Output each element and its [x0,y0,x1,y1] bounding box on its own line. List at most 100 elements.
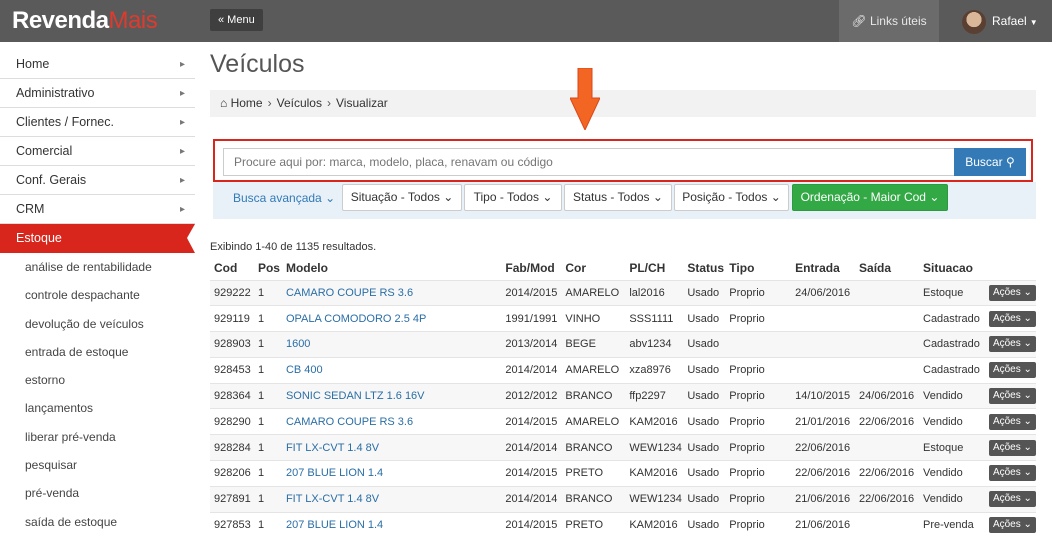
cell-cod: 927853 [210,511,254,538]
column-header[interactable]: Tipo [725,256,791,280]
actions-dropdown-button[interactable]: Ações ⌄ [988,439,1036,456]
cell-actions: Ações ⌄ [984,331,1036,358]
chevron-right-icon: ▸ [179,88,185,99]
page-title: Veículos [210,50,305,78]
search-input[interactable] [223,148,956,176]
sidebar-item-estoque[interactable]: Estoque [0,224,195,253]
cell-modelo[interactable]: 207 BLUE LION 1.4 [281,511,502,538]
sidebar-item-comercial[interactable]: Comercial ▸ [0,137,195,166]
table-row: 928364 1 SONIC SEDAN LTZ 1.6 16V 2012/2012 B… [210,382,1036,409]
chevron-down-icon: ⌄ [770,190,781,204]
cell-plch: KAM2016 [625,511,684,538]
home-icon: ⌂ [220,96,228,110]
actions-label: Ações [992,364,1021,376]
cell-saida [855,279,919,306]
cell-modelo[interactable]: OPALA COMODORO 2.5 4P [281,305,502,332]
cell-actions: Ações ⌄ [984,356,1036,384]
actions-dropdown-button[interactable]: Ações ⌄ [988,310,1036,327]
cell-actions: Ações ⌄ [984,434,1036,461]
sidebar-item-clientes[interactable]: Clientes / Fornec. ▸ [0,108,195,137]
posicao-filter-button[interactable]: Posição - Todos ⌄ [674,184,789,211]
sidebar-item-conf-gerais[interactable]: Conf. Gerais ▸ [0,166,195,195]
cell-tipo: Proprio [725,460,792,487]
cell-cor: PRETO [561,511,626,538]
actions-dropdown-button[interactable]: Ações ⌄ [988,465,1036,482]
cell-status: Usado [683,511,726,538]
column-header[interactable]: Fab/Mod [501,256,561,280]
actions-dropdown-button[interactable]: Ações ⌄ [988,388,1036,405]
ordenacao-filter-button[interactable]: Ordenação - Maior Cod ⌄ [792,184,948,211]
chevron-down-icon: ▼ [1029,18,1038,27]
submenu-item[interactable]: estorno [0,366,195,394]
cell-cod: 928206 [210,460,254,487]
cell-cor: BRANCO [561,434,626,461]
submenu-item[interactable]: pré-venda [0,479,195,507]
cell-cor: AMARELO [561,279,626,306]
advanced-search-link[interactable]: Busca avançada ⌄ [233,191,335,205]
actions-dropdown-button[interactable]: Ações ⌄ [988,284,1036,301]
cell-status: Usado [683,356,726,384]
cell-status: Usado [683,460,726,487]
column-header[interactable]: Modelo [282,256,501,280]
cell-cor: BRANCO [561,485,626,513]
cell-entrada: 21/06/2016 [791,485,856,513]
actions-dropdown-button[interactable]: Ações ⌄ [988,336,1036,353]
actions-dropdown-button[interactable]: Ações ⌄ [988,491,1036,508]
submenu-item[interactable]: devolução de veículos [0,310,195,338]
chevron-down-icon: ⌄ [1020,415,1032,427]
search-button[interactable]: Buscar ⚲ [954,148,1026,176]
cell-modelo[interactable]: CAMARO COUPE RS 3.6 [281,279,502,306]
chevron-down-icon: ⌄ [1020,364,1032,376]
cell-modelo[interactable]: FIT LX-CVT 1.4 8V [281,485,502,513]
cell-actions: Ações ⌄ [984,279,1036,306]
cell-modelo[interactable]: FIT LX-CVT 1.4 8V [281,434,502,461]
actions-label: Ações [992,467,1021,479]
submenu-item[interactable]: entrada de estoque [0,338,195,366]
cell-modelo[interactable]: SONIC SEDAN LTZ 1.6 16V [281,382,502,409]
sidebar-item-home[interactable]: Home ▸ [0,50,195,79]
submenu-item[interactable]: análise de rentabilidade [0,253,195,281]
cell-cod: 928903 [210,331,254,358]
column-header[interactable]: Entrada [791,256,855,280]
actions-dropdown-button[interactable]: Ações ⌄ [988,413,1036,430]
logo[interactable]: RevendaMais [12,7,158,35]
sidebar-item-administrativo[interactable]: Administrativo ▸ [0,79,195,108]
cell-entrada: 14/10/2015 [791,382,856,409]
sidebar-item-crm[interactable]: CRM ▸ [0,195,195,224]
submenu-item[interactable]: pesquisar [0,451,195,479]
submenu-item[interactable]: lançamentos [0,394,195,422]
cell-plch: lal2016 [625,279,684,306]
column-header[interactable]: PL/CH [625,256,683,280]
column-header[interactable]: Saída [855,256,919,280]
submenu-item[interactable]: saída de estoque [0,508,195,536]
breadcrumb-home[interactable]: Home [231,96,263,110]
cell-status: Usado [683,434,726,461]
user-menu[interactable]: Rafael ▼ [962,8,1038,34]
cell-modelo[interactable]: CB 400 [281,356,502,384]
cell-cod: 928453 [210,356,254,384]
links-uteis-button[interactable]: 🔗︎ Links úteis [839,0,939,42]
menu-toggle-button[interactable]: « Menu [210,9,263,31]
status-filter-button[interactable]: Status - Todos ⌄ [564,184,672,211]
chevron-right-icon: ▸ [179,175,185,186]
chevron-down-icon: ⌄ [443,190,454,204]
cell-modelo[interactable]: 1600 [281,331,502,358]
actions-dropdown-button[interactable]: Ações ⌄ [988,362,1036,379]
vehicles-table: Cod Pos Modelo Fab/Mod Cor PL/CH Status … [210,256,1036,538]
cell-modelo[interactable]: 207 BLUE LION 1.4 [281,460,502,487]
column-header[interactable]: Status [683,256,725,280]
column-header[interactable]: Cor [561,256,625,280]
column-header[interactable]: Pos [254,256,282,280]
breadcrumb-veiculos[interactable]: Veículos [277,96,322,110]
cell-plch: WEW1234 [625,434,684,461]
cell-modelo[interactable]: CAMARO COUPE RS 3.6 [281,408,502,435]
column-header[interactable]: Situacao [919,256,985,280]
situacao-filter-button[interactable]: Situação - Todos ⌄ [342,184,462,211]
column-header[interactable]: Cod [210,256,254,280]
submenu-item[interactable]: controle despachante [0,281,195,309]
tipo-filter-button[interactable]: Tipo - Todos ⌄ [464,184,562,211]
submenu-item[interactable]: liberar pré-venda [0,423,195,451]
table-header-row: Cod Pos Modelo Fab/Mod Cor PL/CH Status … [210,256,1036,280]
cell-pos: 1 [253,511,282,538]
actions-dropdown-button[interactable]: Ações ⌄ [988,517,1036,534]
